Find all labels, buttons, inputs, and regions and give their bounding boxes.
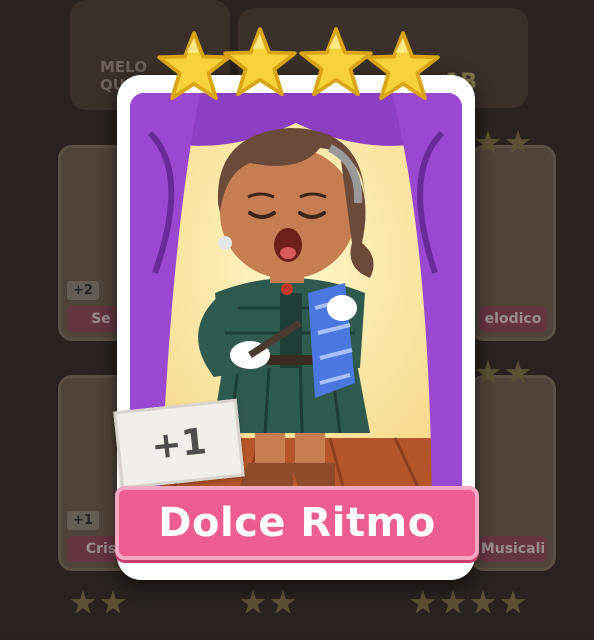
- rarity-star-icon: [298, 26, 374, 98]
- rarity-star-icon: [156, 30, 232, 102]
- copies-badge: +1: [113, 398, 245, 490]
- sticker-name-banner: Dolce Ritmo: [115, 486, 479, 560]
- rarity-star-icon: [222, 26, 298, 98]
- rarity-star-icon: [365, 30, 441, 102]
